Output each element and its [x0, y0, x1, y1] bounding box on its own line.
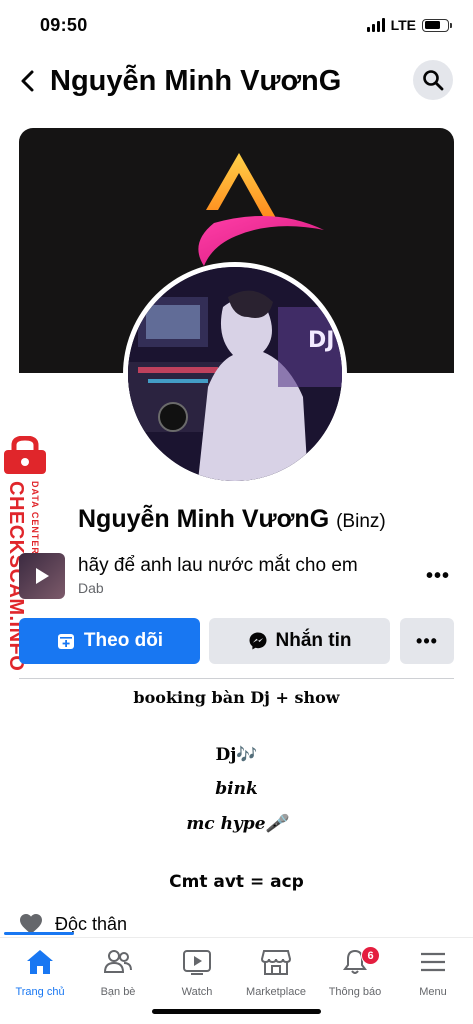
search-icon	[423, 70, 444, 91]
tab-watch[interactable]: Watch	[157, 944, 237, 998]
more-button[interactable]: •••	[400, 618, 454, 664]
alternate-name: (Binz)	[336, 511, 386, 532]
divider	[19, 678, 454, 679]
status-indicators: LTE	[366, 17, 452, 33]
bio-line: Cmt avt = acp	[169, 872, 304, 892]
profile-name: Nguyễn Minh VươnG (Binz)	[78, 505, 386, 534]
profile-actions: Theo dõi Nhắn tin •••	[19, 618, 454, 664]
svg-text:DJ: DJ	[308, 328, 334, 353]
network-label: LTE	[390, 17, 416, 33]
bio-line: booking bàn Dj + show	[133, 688, 340, 707]
profile-music[interactable]: hãy để anh lau nước mắt cho em Dab •••	[19, 553, 454, 601]
tab-label: Bạn bè	[100, 986, 136, 998]
search-button[interactable]	[413, 60, 453, 100]
bio-line: bink	[215, 779, 258, 799]
back-icon[interactable]	[12, 64, 42, 98]
profile-header: Nguyễn Minh VươnG	[0, 56, 473, 106]
marketplace-icon	[260, 950, 292, 975]
status-time: 09:50	[40, 15, 88, 35]
music-artist: Dab	[78, 580, 104, 596]
header-title: Nguyễn Minh VươnG	[50, 65, 342, 97]
cover-logo	[198, 153, 324, 266]
active-tab-indicator	[4, 932, 74, 935]
menu-icon	[421, 952, 445, 972]
follow-icon	[57, 634, 74, 649]
watermark-sub: DATA CENTER	[30, 481, 40, 555]
tab-home[interactable]: Trang chủ	[0, 944, 80, 998]
profile-picture[interactable]: DJ	[123, 262, 347, 486]
bio-line: Dj🎶	[215, 745, 258, 765]
music-thumbnail[interactable]	[19, 553, 65, 599]
tab-label: Trang chủ	[15, 986, 65, 998]
battery-icon	[422, 18, 452, 32]
follow-label: Theo dõi	[83, 630, 164, 651]
message-label: Nhắn tin	[275, 630, 352, 651]
home-icon	[27, 950, 53, 974]
tab-friends[interactable]: Bạn bè	[78, 944, 158, 998]
lock-icon	[4, 436, 46, 474]
music-title: hãy để anh lau nước mắt cho em	[78, 555, 358, 576]
follow-button[interactable]: Theo dõi	[19, 618, 200, 664]
status-bar: 09:50 LTE	[0, 0, 473, 52]
profile-name-text: Nguyễn Minh VươnG	[78, 505, 330, 533]
bio-line: mc hype🎤	[186, 814, 287, 834]
notification-badge: 6	[361, 946, 380, 965]
tab-notifications[interactable]: 6 Thông báo	[315, 944, 395, 998]
messenger-icon	[249, 632, 266, 650]
tab-label: Thông báo	[328, 986, 382, 998]
play-icon	[36, 568, 49, 584]
friends-icon	[103, 950, 132, 973]
tab-label: Watch	[181, 986, 213, 998]
tab-label: Menu	[419, 986, 447, 998]
tab-label: Marketplace	[246, 986, 306, 998]
tab-menu[interactable]: Menu	[393, 944, 473, 998]
watch-icon	[183, 950, 211, 975]
home-indicator	[152, 1009, 321, 1014]
message-button[interactable]: Nhắn tin	[209, 618, 390, 664]
tab-marketplace[interactable]: Marketplace	[236, 944, 316, 998]
more-icon: •••	[416, 630, 438, 651]
signal-icon	[366, 18, 385, 32]
more-options-icon[interactable]: •••	[426, 565, 450, 588]
